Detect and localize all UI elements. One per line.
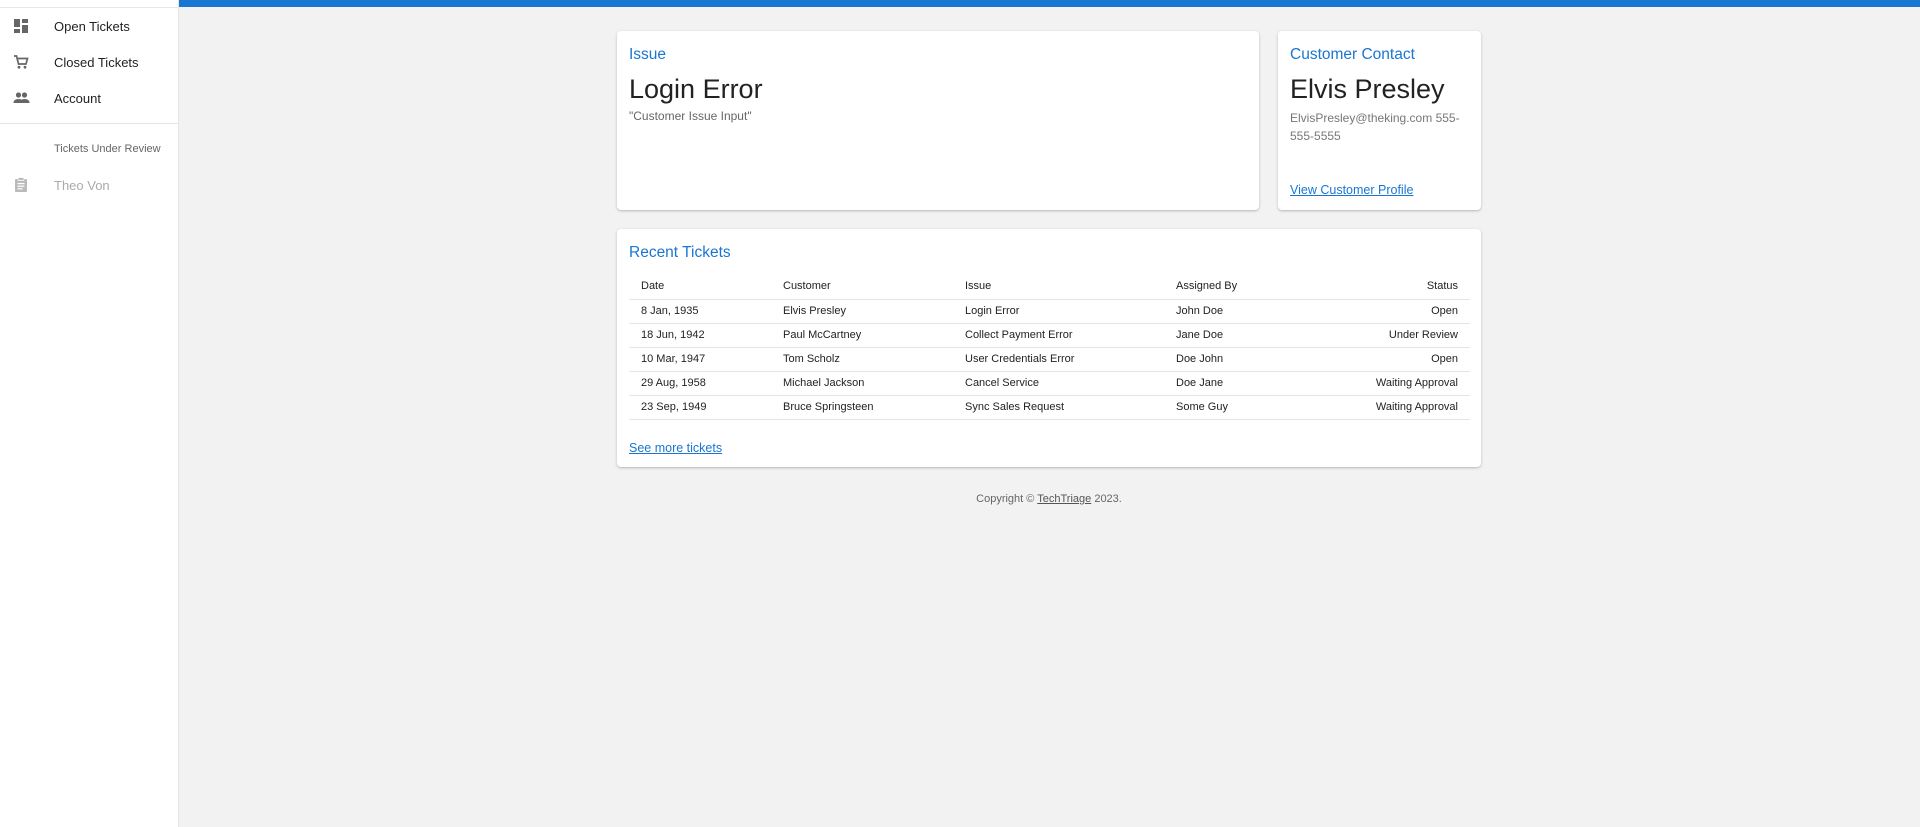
table-row[interactable]: 18 Jun, 1942 Paul McCartney Collect Paym… — [629, 323, 1470, 348]
cell-issue: Cancel Service — [953, 371, 1164, 396]
cell-customer: Tom Scholz — [771, 347, 953, 372]
cell-issue: Login Error — [953, 299, 1164, 324]
column-header-customer: Customer — [771, 273, 953, 300]
top-app-bar — [179, 0, 1920, 7]
customer-contact-details: ElvisPresley@theking.com 555-555-5555 — [1290, 111, 1460, 143]
cell-assigned-by: Doe John — [1164, 347, 1314, 372]
recent-tickets-title: Recent Tickets — [629, 244, 731, 261]
cell-status: Under Review — [1314, 323, 1470, 348]
column-header-status: Status — [1314, 273, 1470, 300]
cell-status: Open — [1314, 299, 1470, 324]
cell-date: 29 Aug, 1958 — [629, 371, 771, 396]
cell-assigned-by: Doe Jane — [1164, 371, 1314, 396]
table-row[interactable]: 8 Jan, 1935 Elvis Presley Login Error Jo… — [629, 299, 1470, 324]
table-header-row: Date Customer Issue Assigned By Status — [629, 273, 1470, 300]
cell-assigned-by: Some Guy — [1164, 395, 1314, 420]
sidebar-top-divider — [0, 0, 178, 8]
cell-date: 8 Jan, 1935 — [629, 299, 771, 324]
dashboard-icon — [12, 17, 30, 35]
table-row[interactable]: 23 Sep, 1949 Bruce Springsteen Sync Sale… — [629, 395, 1470, 420]
customer-name: Elvis Presley — [1290, 74, 1445, 104]
sidebar-item-closed-tickets[interactable]: Closed Tickets — [0, 44, 178, 80]
sidebar-divider — [0, 123, 178, 124]
cell-customer: Bruce Springsteen — [771, 395, 953, 420]
cell-issue: Collect Payment Error — [953, 323, 1164, 348]
column-header-issue: Issue — [953, 273, 1164, 300]
clipboard-icon — [12, 176, 30, 194]
cell-date: 18 Jun, 1942 — [629, 323, 771, 348]
footer-copyright-suffix: 2023. — [1091, 493, 1122, 505]
cell-date: 10 Mar, 1947 — [629, 347, 771, 372]
footer-brand-link[interactable]: TechTriage — [1037, 493, 1091, 505]
sidebar-item-label: Account — [54, 90, 101, 106]
contact-card-title: Customer Contact — [1290, 46, 1415, 63]
see-more-tickets-link[interactable]: See more tickets — [629, 441, 722, 455]
sidebar-item-open-tickets[interactable]: Open Tickets — [0, 8, 178, 44]
issue-heading: Login Error — [629, 74, 763, 104]
sidebar-item-theo-von[interactable]: Theo Von — [0, 167, 178, 203]
sidebar-subheader: Tickets Under Review — [54, 143, 161, 155]
sidebar: Open Tickets Closed Tickets Account Tick… — [0, 0, 179, 827]
cell-status: Waiting Approval — [1314, 395, 1470, 420]
people-icon — [12, 89, 30, 107]
footer: Copyright © TechTriage 2023. — [617, 493, 1481, 505]
column-header-assigned-by: Assigned By — [1164, 273, 1314, 300]
issue-card: Issue Login Error "Customer Issue Input" — [617, 31, 1259, 210]
footer-copyright-prefix: Copyright © — [976, 493, 1038, 505]
issue-card-title: Issue — [629, 46, 667, 63]
sidebar-item-label: Theo Von — [54, 177, 110, 193]
sidebar-item-account[interactable]: Account — [0, 80, 178, 116]
sidebar-item-label: Open Tickets — [54, 18, 130, 34]
issue-description: "Customer Issue Input" — [629, 109, 752, 123]
cell-customer: Elvis Presley — [771, 299, 953, 324]
cell-status: Open — [1314, 347, 1470, 372]
table-row[interactable]: 29 Aug, 1958 Michael Jackson Cancel Serv… — [629, 371, 1470, 396]
sidebar-item-label: Closed Tickets — [54, 54, 139, 70]
cell-issue: Sync Sales Request — [953, 395, 1164, 420]
cell-date: 23 Sep, 1949 — [629, 395, 771, 420]
recent-tickets-table: Date Customer Issue Assigned By Status 8… — [629, 273, 1470, 420]
cell-issue: User Credentials Error — [953, 347, 1164, 372]
cell-customer: Michael Jackson — [771, 371, 953, 396]
table-row[interactable]: 10 Mar, 1947 Tom Scholz User Credentials… — [629, 347, 1470, 372]
recent-tickets-card: Recent Tickets Date Customer Issue Assig… — [617, 229, 1481, 467]
view-customer-profile-link[interactable]: View Customer Profile — [1290, 183, 1413, 197]
cell-customer: Paul McCartney — [771, 323, 953, 348]
cell-status: Waiting Approval — [1314, 371, 1470, 396]
customer-contact-card: Customer Contact Elvis Presley ElvisPres… — [1278, 31, 1481, 210]
column-header-date: Date — [629, 273, 771, 300]
cell-assigned-by: Jane Doe — [1164, 323, 1314, 348]
cart-icon — [12, 53, 30, 71]
cell-assigned-by: John Doe — [1164, 299, 1314, 324]
